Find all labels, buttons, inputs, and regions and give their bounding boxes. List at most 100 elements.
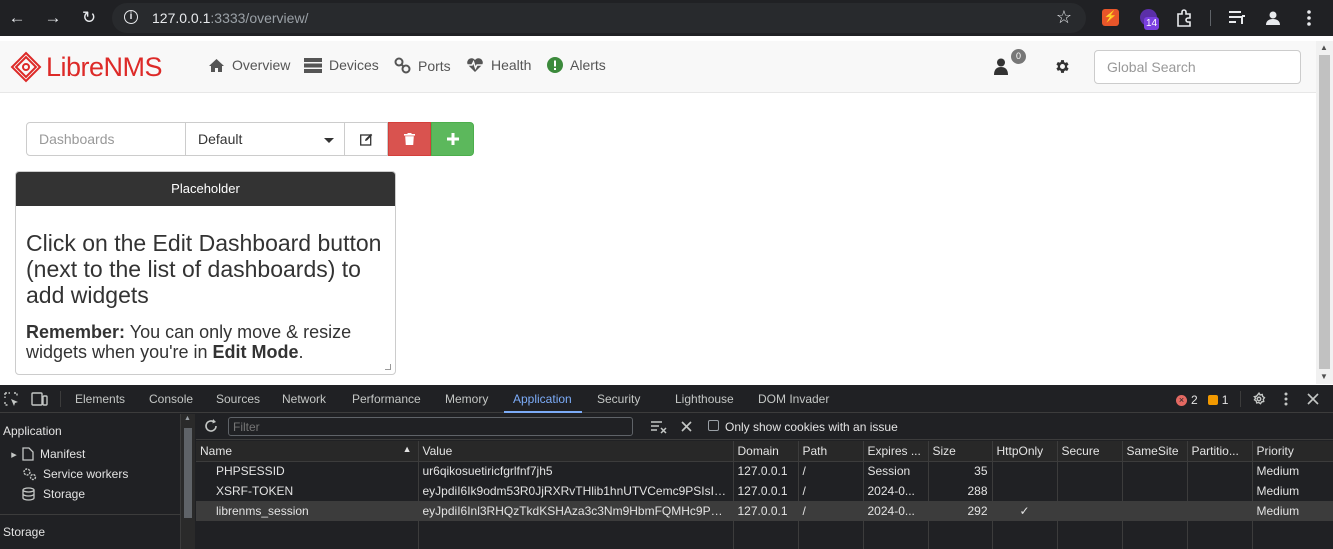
info-icon[interactable]: i <box>124 10 138 24</box>
table-row[interactable]: PHPSESSID ur6qikosuetiricfgrlfnf7jh5 127… <box>196 461 1333 481</box>
sidebar-item-manifest[interactable]: ▸ Manifest <box>10 447 85 461</box>
sidebar-item-service-workers[interactable]: Service workers <box>22 467 128 481</box>
col-size[interactable]: Size <box>928 441 993 462</box>
more-vert-icon[interactable] <box>1302 9 1316 27</box>
expand-triangle-icon[interactable]: ▸ <box>10 448 18 461</box>
extensions-puzzle-icon[interactable] <box>1175 9 1193 27</box>
cell-expires: Session <box>863 461 929 481</box>
cell-secure <box>1057 461 1123 481</box>
tab-memory[interactable]: Memory <box>445 392 488 406</box>
col-partition[interactable]: Partitio... <box>1187 441 1253 462</box>
tab-performance[interactable]: Performance <box>352 392 421 406</box>
nav-overview-label: Overview <box>232 57 291 73</box>
scroll-up-arrow-icon[interactable]: ▲ <box>1320 43 1328 52</box>
cell-path: / <box>798 461 864 481</box>
file-icon <box>22 447 34 461</box>
settings-gear-icon[interactable] <box>1054 58 1071 75</box>
tab-application[interactable]: Application <box>513 392 572 406</box>
page-scrollbar[interactable]: ▲ ▼ <box>1316 41 1333 384</box>
sidebar-scrollbar[interactable]: ▲ <box>181 414 195 549</box>
sidebar-item-storage[interactable]: Storage <box>22 487 85 501</box>
devtools-settings-gear-icon[interactable] <box>1252 392 1266 406</box>
nav-devices[interactable]: Devices <box>304 57 379 73</box>
extension-badge: 14 <box>1144 17 1160 30</box>
add-dashboard-button[interactable] <box>431 122 474 156</box>
only-issues-checkbox[interactable] <box>708 420 719 431</box>
browser-toolbar: ← → ↻ i 127.0.0.1:3333/overview/ ☆ ⚡ 14 <box>0 0 1333 36</box>
trash-icon <box>404 133 415 145</box>
col-path[interactable]: Path <box>798 441 864 462</box>
column-divider <box>798 513 799 549</box>
librenms-logo-mark-icon <box>10 51 42 83</box>
alert-icon <box>547 57 563 73</box>
cell-expires: 2024-0... <box>863 501 929 521</box>
database-icon <box>22 487 35 501</box>
tab-console[interactable]: Console <box>149 392 193 406</box>
dashboard-select[interactable]: Default <box>186 122 345 156</box>
devtools-more-icon[interactable] <box>1283 392 1289 406</box>
profile-icon[interactable] <box>1264 9 1282 27</box>
inspect-element-icon[interactable] <box>4 392 19 407</box>
col-httponly[interactable]: HttpOnly <box>992 441 1058 462</box>
edit-dashboard-button[interactable] <box>345 122 388 156</box>
address-bar[interactable]: i 127.0.0.1:3333/overview/ ☆ <box>112 3 1086 33</box>
devtools-close-icon[interactable] <box>1307 393 1319 405</box>
cell-path: / <box>798 481 864 501</box>
tab-sources[interactable]: Sources <box>216 392 260 406</box>
sidebar-application-heading: Application <box>3 424 62 438</box>
column-divider <box>1187 513 1188 549</box>
widget-title[interactable]: Placeholder <box>16 172 395 206</box>
scroll-down-arrow-icon[interactable]: ▼ <box>1320 372 1328 381</box>
sidebar-scrollbar-thumb[interactable] <box>184 428 192 518</box>
sidebar-divider <box>0 514 181 515</box>
global-search-input[interactable] <box>1094 50 1301 84</box>
forward-arrow-icon[interactable]: → <box>42 7 64 29</box>
clear-filtered-icon[interactable] <box>651 420 667 434</box>
nav-overview[interactable]: Overview <box>208 57 290 73</box>
url-text[interactable]: 127.0.0.1:3333/overview/ <box>152 10 308 26</box>
delete-dashboard-button[interactable] <box>388 122 431 156</box>
librenms-logo[interactable]: LibreNMS <box>10 51 163 83</box>
clear-all-icon[interactable] <box>681 421 692 432</box>
refresh-icon[interactable] <box>204 419 218 433</box>
table-row-selected[interactable]: librenms_session eyJpdiI6Inl3RHQzTkdKSHA… <box>196 501 1333 521</box>
user-icon[interactable] <box>994 58 1008 75</box>
caret-down-icon <box>324 138 334 143</box>
col-samesite[interactable]: SameSite <box>1122 441 1188 462</box>
col-value[interactable]: Value <box>418 441 734 462</box>
tab-elements[interactable]: Elements <box>75 392 125 406</box>
nav-health[interactable]: Health <box>466 57 531 73</box>
tab-dom-invader[interactable]: DOM Invader <box>758 392 829 406</box>
nav-alerts[interactable]: Alerts <box>547 57 606 73</box>
reload-icon[interactable]: ↻ <box>78 7 100 29</box>
notification-count-badge[interactable]: 0 <box>1011 49 1026 64</box>
tab-security[interactable]: Security <box>597 392 640 406</box>
reading-list-icon[interactable] <box>1228 10 1246 26</box>
sidebar-scroll-up-icon[interactable]: ▲ <box>184 415 191 422</box>
url-host: 127.0.0.1 <box>152 10 211 26</box>
col-domain[interactable]: Domain <box>733 441 799 462</box>
cell-value: eyJpdiI6Ik9odm53R0JjRXRvTHlib1hnUTVCemc9… <box>418 481 734 501</box>
col-secure[interactable]: Secure <box>1057 441 1123 462</box>
back-arrow-icon[interactable]: ← <box>6 7 28 29</box>
bookmark-star-icon[interactable]: ☆ <box>1056 7 1072 28</box>
tab-network[interactable]: Network <box>282 392 326 406</box>
issues-counter[interactable]: × 2 1 <box>1176 393 1228 407</box>
widget-resize-handle[interactable] <box>385 364 391 370</box>
cell-name: XSRF-TOKEN <box>196 481 419 501</box>
page-scrollbar-thumb[interactable] <box>1319 55 1330 369</box>
cell-expires: 2024-0... <box>863 481 929 501</box>
edit-mode-text: Edit Mode <box>212 342 299 362</box>
col-expires[interactable]: Expires ... <box>863 441 929 462</box>
col-name[interactable]: Name ▲ <box>196 441 419 462</box>
device-toolbar-icon[interactable] <box>31 392 48 406</box>
col-priority[interactable]: Priority <box>1252 441 1333 462</box>
extension-bolt-icon[interactable]: ⚡ <box>1102 9 1119 26</box>
cookie-filter-input[interactable] <box>228 417 633 436</box>
column-divider <box>1252 513 1253 549</box>
nav-ports[interactable]: Ports <box>394 57 451 74</box>
cell-samesite <box>1122 481 1188 501</box>
cell-value: ur6qikosuetiricfgrlfnf7jh5 <box>418 461 734 481</box>
table-row[interactable]: XSRF-TOKEN eyJpdiI6Ik9odm53R0JjRXRvTHlib… <box>196 481 1333 501</box>
tab-lighthouse[interactable]: Lighthouse <box>675 392 734 406</box>
